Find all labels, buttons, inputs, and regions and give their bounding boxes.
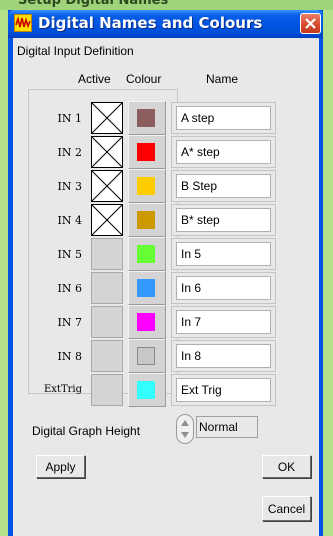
colour-swatch [137,347,155,365]
colour-picker-in2[interactable] [128,135,166,169]
name-field-exttrig[interactable]: Ext Trig [176,378,271,402]
active-checkbox-in3[interactable] [91,170,123,202]
graph-height-value[interactable]: Normal [196,416,258,438]
colour-picker-exttrig[interactable] [128,373,166,407]
active-checkbox-in6[interactable] [91,272,123,304]
row-label-in1: IN 1 [57,112,82,125]
active-checkbox-in1[interactable] [91,102,123,134]
colour-swatch [137,245,155,263]
row-label-in7: IN 7 [57,316,82,329]
cancel-button[interactable]: Cancel [262,496,311,521]
column-header-colour: Colour [126,72,162,86]
row-label-exttrig: ExtTrig [43,384,82,395]
row-label-in2: IN 2 [57,146,82,159]
name-field-in1[interactable]: A step [176,106,271,130]
column-header-name: Name [206,72,239,86]
active-checkbox-in4[interactable] [91,204,123,236]
colour-swatch [137,109,155,127]
colour-picker-in3[interactable] [128,169,166,203]
name-field-in2[interactable]: A* step [176,140,271,164]
row-label-in3: IN 3 [57,180,82,193]
window-title: Digital Names and Colours [38,14,263,32]
colour-picker-in4[interactable] [128,203,166,237]
name-field-in6[interactable]: In 6 [176,276,271,300]
name-field-in3[interactable]: B Step [176,174,271,198]
graph-height-spinner[interactable] [176,414,194,444]
active-checkbox-in5[interactable] [91,238,123,270]
colour-swatch [137,177,155,195]
colour-picker-in5[interactable] [128,237,166,271]
active-checkbox-in8[interactable] [91,340,123,372]
apply-button[interactable]: Apply [36,455,85,478]
active-checkbox-in7[interactable] [91,306,123,338]
column-header-active: Active [78,72,111,86]
colour-picker-in1[interactable] [128,101,166,135]
waveform-icon [14,14,32,32]
colour-picker-in6[interactable] [128,271,166,305]
name-field-in8[interactable]: In 8 [176,344,271,368]
row-label-in4: IN 4 [57,214,82,227]
colour-swatch [137,381,155,399]
colour-swatch [137,143,155,161]
name-field-in5[interactable]: In 5 [176,242,271,266]
section-label: Digital Input Definition [17,44,134,58]
name-field-in4[interactable]: B* step [176,208,271,232]
background-partial-text: Setup Digital Names [18,0,169,8]
colour-swatch [137,211,155,229]
close-button[interactable] [300,13,321,34]
spinner-arrows-icon [181,420,189,438]
close-icon [305,18,316,29]
row-label-in5: IN 5 [57,248,82,261]
graph-height-label: Digital Graph Height [32,424,141,438]
row-label-in8: IN 8 [57,350,82,363]
name-field-in7[interactable]: In 7 [176,310,271,334]
colour-swatch [137,279,155,297]
active-checkbox-in2[interactable] [91,136,123,168]
ok-button[interactable]: OK [262,455,311,478]
row-label-in6: IN 6 [57,282,82,295]
active-checkbox-exttrig[interactable] [91,374,123,406]
colour-swatch [137,313,155,331]
colour-picker-in7[interactable] [128,305,166,339]
colour-picker-in8[interactable] [128,339,166,373]
